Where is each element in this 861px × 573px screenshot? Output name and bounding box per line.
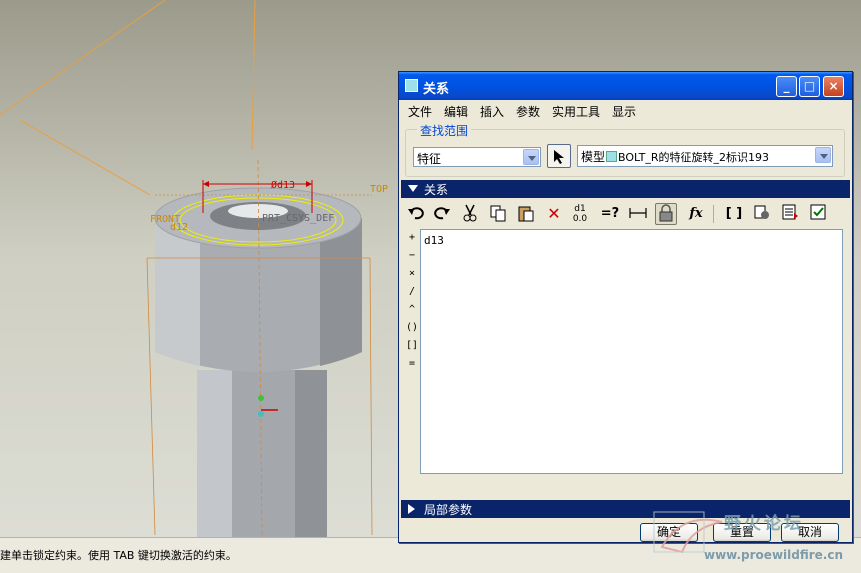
insert-dimension-icon[interactable] [627, 203, 649, 225]
operator-brackets[interactable]: [] [405, 340, 419, 351]
chevron-down-icon[interactable] [523, 149, 539, 165]
local-parameters-label: 局部参数 [424, 503, 473, 517]
copy-icon[interactable] [487, 203, 509, 225]
operator-multiply[interactable]: × [405, 268, 419, 279]
forum-watermark: 野火论坛 www.proewildfire.cn [652, 505, 861, 573]
sketch-arc [0, 0, 166, 116]
evaluate-icon[interactable]: =? [599, 203, 621, 225]
relations-editor-text[interactable]: d13 [424, 234, 444, 247]
verify-icon[interactable] [807, 203, 829, 225]
lock-icon[interactable] [655, 203, 677, 225]
operator-equals[interactable]: = [405, 358, 419, 369]
relations-toolbar: ✕ d1 0.0 =? fx [ ] [403, 202, 849, 228]
toolbar-separator [713, 205, 714, 223]
plane-label-top: TOP [370, 184, 388, 195]
brackets-icon[interactable]: [ ] [723, 203, 745, 225]
relations-section-label: 关系 [424, 183, 449, 197]
select-pointer-button[interactable] [547, 144, 571, 168]
expand-triangle-icon [408, 504, 415, 514]
parameter-icon[interactable] [751, 203, 773, 225]
minimize-button[interactable]: _ [776, 76, 797, 97]
csys-marker [258, 395, 264, 401]
toggle-values-icon[interactable]: d1 0.0 [569, 203, 591, 225]
menu-display[interactable]: 显示 [612, 103, 636, 120]
sketch-line-2 [19, 119, 151, 196]
relations-section-header[interactable]: 关系 [401, 180, 850, 198]
sketch-line [251, 0, 256, 151]
operator-divide[interactable]: / [405, 286, 419, 297]
dimension-label-d13: Ød13 [271, 179, 295, 191]
dialog-app-icon [405, 79, 418, 92]
relations-editor[interactable]: d13 [420, 229, 843, 474]
model-value: BOLT_R的特征旋转_2标识193 [618, 151, 769, 164]
scope-type-select[interactable]: 特征 [413, 147, 541, 167]
chevron-down-icon[interactable] [815, 147, 831, 163]
collapse-triangle-icon [408, 185, 418, 192]
watermark-url: www.proewildfire.cn [704, 548, 844, 562]
model-select[interactable]: 模型 BOLT_R的特征旋转_2标识193 [577, 145, 833, 167]
sort-icon[interactable] [779, 203, 801, 225]
undo-icon[interactable] [405, 203, 427, 225]
arrow-cursor-icon [554, 150, 564, 164]
model-prefix-label: 模型 [581, 150, 606, 164]
cut-icon[interactable] [459, 203, 481, 225]
delete-icon[interactable]: ✕ [543, 203, 565, 225]
dialog-titlebar[interactable]: 关系 _ □ × [399, 72, 852, 100]
plane-label-front: FRONT [150, 214, 180, 225]
operator-parentheses[interactable]: () [405, 322, 419, 333]
scope-type-value: 特征 [417, 152, 442, 166]
lookup-scope-label: 查找范围 [417, 122, 472, 139]
operator-minus[interactable]: − [405, 250, 419, 261]
menu-file[interactable]: 文件 [408, 103, 432, 120]
watermark-title: 野火论坛 [724, 514, 804, 534]
operator-plus[interactable]: + [405, 232, 419, 243]
menu-insert[interactable]: 插入 [480, 103, 504, 120]
operator-power[interactable]: ^ [405, 304, 419, 315]
paste-icon[interactable] [515, 203, 537, 225]
status-message: 建单击锁定约束。使用 TAB 键切换激活的约束。 [0, 549, 237, 562]
redo-icon[interactable] [431, 203, 453, 225]
function-icon[interactable]: fx [685, 203, 707, 225]
maximize-button[interactable]: □ [799, 76, 820, 97]
csys-label: PRT_CSYS_DEF [262, 213, 334, 224]
menu-edit[interactable]: 编辑 [444, 103, 468, 120]
close-button[interactable]: × [823, 76, 844, 97]
relations-dialog: 关系 _ □ × 文件 编辑 插入 参数 实用工具 显示 查找范围 特征 模型 B… [398, 71, 853, 543]
menu-parameters[interactable]: 参数 [516, 103, 540, 120]
dialog-title: 关系 [423, 82, 450, 97]
menu-utilities[interactable]: 实用工具 [552, 103, 600, 120]
part-icon [606, 151, 618, 162]
menu-bar: 文件 编辑 插入 参数 实用工具 显示 [399, 100, 852, 122]
